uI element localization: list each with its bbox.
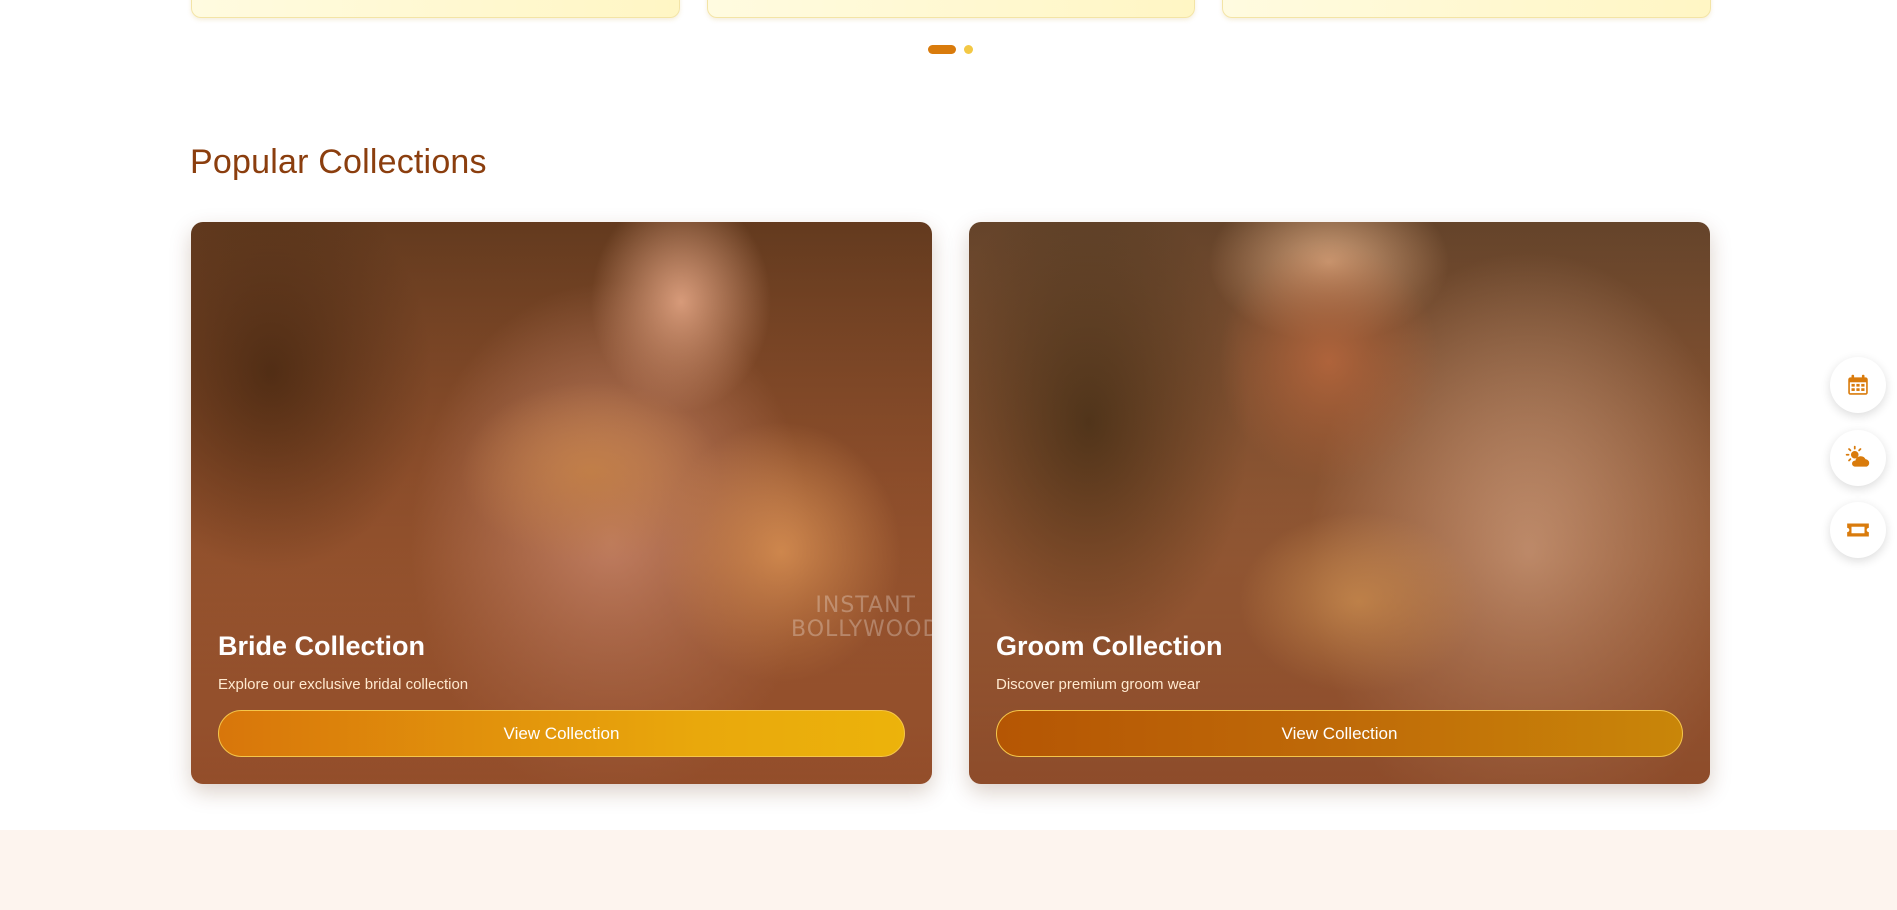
card-description: Discover premium groom wear: [996, 676, 1201, 693]
next-section-band: [0, 830, 1897, 910]
carousel-card[interactable]: [191, 0, 680, 18]
calendar-icon: [1848, 374, 1868, 395]
card-description: Explore our exclusive bridal collection: [218, 676, 469, 693]
section-title: Popular Collections: [190, 143, 487, 181]
carousel-card[interactable]: [706, 0, 1196, 18]
card-body: Bride Collection Explore our exclusive b…: [218, 631, 905, 757]
calendar-button[interactable]: [1830, 357, 1886, 413]
weather-button[interactable]: [1830, 430, 1886, 486]
bride-collection-card[interactable]: INSTANT BOLLYWOOD Bride Collection Explo…: [191, 222, 932, 784]
groom-collection-card[interactable]: Groom Collection Discover premium groom …: [969, 222, 1710, 784]
weather-sun-cloud-icon: [1845, 445, 1870, 467]
view-groom-collection-button[interactable]: View Collection: [996, 710, 1683, 757]
carousel-pagination: [928, 45, 973, 54]
ticket-button[interactable]: [1830, 502, 1886, 558]
carousel-dot-active[interactable]: [928, 45, 956, 54]
view-bride-collection-button[interactable]: View Collection: [218, 710, 905, 757]
card-body: Groom Collection Discover premium groom …: [996, 631, 1683, 757]
page: Popular Collections INSTANT BOLLYWOOD Br…: [0, 0, 1897, 910]
carousel-cards: [191, 0, 1712, 18]
carousel-card[interactable]: [1222, 0, 1712, 18]
card-title: Bride Collection: [218, 631, 426, 661]
ticket-icon: [1847, 523, 1869, 537]
card-title: Groom Collection: [996, 631, 1223, 661]
carousel-dot[interactable]: [964, 45, 973, 54]
